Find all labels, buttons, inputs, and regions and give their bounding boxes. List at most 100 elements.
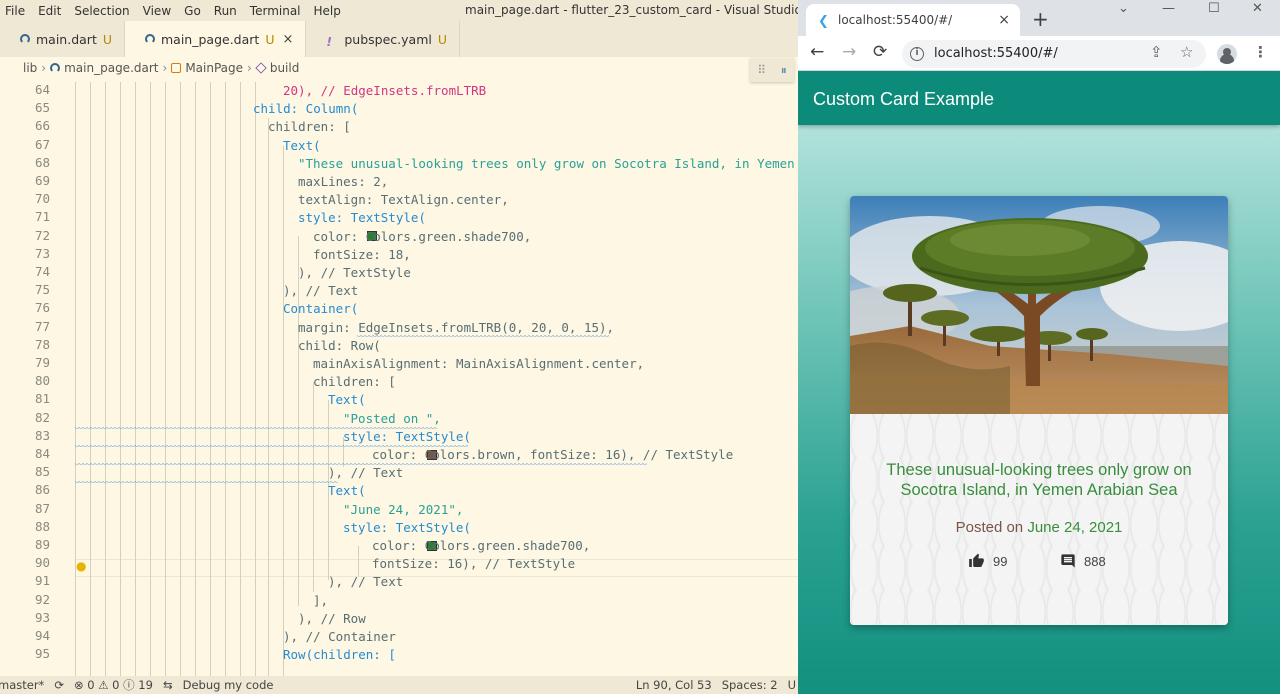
code-line: fontSize: 18, (313, 246, 411, 262)
line-number: 77 (34, 318, 50, 334)
yaml-file-icon: ! (326, 34, 333, 49)
chevron-right-icon: › (162, 61, 168, 75)
menu-selection[interactable]: Selection (69, 4, 137, 18)
indentation[interactable]: Spaces: 2 (722, 678, 778, 692)
code-line: ], (313, 592, 329, 608)
bookmark-star-icon[interactable]: ☆ (1180, 43, 1193, 61)
problems-indicator[interactable]: ⊗ 0 ⚠ 0 ⓘ 19 (74, 677, 153, 693)
code-line: maxLines: 2, (298, 174, 389, 189)
line-number: 92 (34, 591, 50, 607)
git-branch[interactable]: master* (0, 678, 44, 692)
forward-icon[interactable]: → (842, 42, 856, 62)
line-number: 64 (34, 82, 50, 97)
line-number: 91 (34, 573, 50, 589)
code-line: textAlign: TextAlign.center, (298, 192, 509, 208)
likes-count: 99 (993, 553, 1008, 569)
app-bar-title: Custom Card Example (813, 89, 995, 109)
code-line: Container( (283, 301, 359, 317)
menu-help[interactable]: Help (309, 4, 349, 18)
line-number: 74 (34, 264, 50, 279)
line-number: 76 (34, 300, 50, 316)
back-icon[interactable]: ← (810, 42, 824, 62)
menu-view[interactable]: View (138, 4, 179, 18)
debug-config[interactable]: Debug my code (183, 678, 274, 692)
window-close-icon[interactable]: ✕ (1252, 1, 1263, 16)
dart-file-icon (20, 34, 30, 44)
tab-pubspec-yaml[interactable]: ! pubspec.yaml U (306, 21, 461, 57)
tab-main-dart[interactable]: main.dart U (0, 21, 125, 57)
code-line: 20), // EdgeInsets.fromLTRB (283, 83, 487, 98)
indent-guide (105, 82, 106, 676)
dart-file-icon (145, 34, 155, 44)
card-body: These unusual-looking trees only grow on… (850, 414, 1228, 625)
maximize-icon[interactable]: ☐ (1208, 1, 1220, 16)
comments-count: 888 (1084, 553, 1106, 569)
debug-icon: ⇆ (162, 678, 173, 692)
menu-terminal[interactable]: Terminal (245, 4, 309, 18)
site-info-icon[interactable]: i (910, 47, 924, 61)
line-number: 72 (34, 227, 50, 243)
menu-go[interactable]: Go (179, 4, 209, 18)
vscode-window: File Edit Selection View Go Run Terminal… (0, 0, 798, 694)
line-number: 69 (34, 173, 50, 188)
code-line: children: [ (313, 374, 396, 390)
new-tab-button[interactable]: + (1032, 7, 1049, 31)
close-icon[interactable]: × (282, 32, 293, 47)
breadcrumb-class[interactable]: MainPage (185, 61, 243, 75)
share-icon[interactable]: ⇪ (1150, 43, 1163, 61)
profile-avatar[interactable] (1217, 44, 1237, 64)
code-line: ), // Text (328, 574, 404, 590)
debug-toolbar: ⠿ ⏸ (750, 58, 794, 82)
code-line: fontSize: 16), // TextStyle (372, 556, 576, 572)
cursor-position[interactable]: Ln 90, Col 53 (636, 678, 712, 692)
breadcrumb-file[interactable]: main_page.dart (64, 61, 158, 75)
posted-row: Posted on June 24, 2021 (850, 519, 1228, 536)
pause-icon[interactable]: ⏸ (781, 63, 787, 78)
kebab-menu-icon[interactable]: ⋮ (1253, 43, 1268, 61)
breadcrumb-method[interactable]: build (270, 61, 300, 75)
line-number: 95 (34, 646, 50, 662)
code-line: margin: EdgeInsets.fromLTRB(0, 20, 0, 15… (298, 319, 615, 335)
indent-guide (358, 546, 359, 576)
lightbulb-icon[interactable]: ● (76, 559, 86, 573)
line-number: 86 (34, 482, 50, 498)
code-line: "Posted on ", (343, 410, 441, 426)
line-number: 82 (34, 409, 50, 425)
tab-status: U (437, 31, 448, 47)
status-bar: master* ⟳ ⊗ 0 ⚠ 0 ⓘ 19 ⇆ Debug my code L… (0, 676, 798, 694)
indent-guide (313, 382, 314, 592)
code-line: ), // Text (328, 465, 404, 481)
menu-run[interactable]: Run (209, 4, 245, 18)
line-number: 67 (34, 136, 50, 152)
comments-stat[interactable]: 888 (1060, 553, 1106, 569)
tab-main-page-dart[interactable]: main_page.dart U × (125, 21, 307, 57)
code-line: child: Row( (298, 337, 381, 353)
tab-search-icon[interactable]: ⌄ (1118, 1, 1129, 16)
close-icon[interactable]: × (998, 12, 1010, 28)
address-text: localhost:55400/#/ (934, 46, 1058, 61)
code-line: ), // Text (283, 283, 359, 299)
tab-label: main.dart (36, 31, 97, 47)
menu-edit[interactable]: Edit (33, 4, 69, 18)
flutter-icon: ❮ (818, 14, 829, 29)
line-number: 89 (34, 537, 50, 552)
breadcrumb-lib[interactable]: lib (23, 61, 37, 75)
indent-guide (240, 82, 241, 676)
line-number: 65 (34, 100, 50, 116)
line-number: 79 (34, 355, 50, 370)
indent-guide (225, 82, 226, 676)
menu-file[interactable]: File (0, 4, 33, 18)
code-editor[interactable]: ● 64 65 66 67 68 69 70 71 72 73 74 75 76… (0, 82, 798, 676)
encoding[interactable]: U (788, 678, 796, 692)
app-bar: Custom Card Example (798, 71, 1280, 125)
sync-icon[interactable]: ⟳ (54, 678, 64, 692)
warning-squiggle (75, 481, 338, 484)
minimize-icon[interactable]: — (1162, 1, 1175, 16)
likes-stat[interactable]: 99 (968, 553, 1007, 569)
browser-tab[interactable]: ❮ localhost:55400/#/ × (806, 4, 1020, 36)
dart-file-icon (50, 63, 61, 73)
drag-handle-icon[interactable]: ⠿ (757, 63, 766, 77)
reload-icon[interactable]: ⟳ (873, 42, 887, 62)
code-line: ), // Row (298, 610, 366, 626)
indent-guide (180, 82, 181, 676)
